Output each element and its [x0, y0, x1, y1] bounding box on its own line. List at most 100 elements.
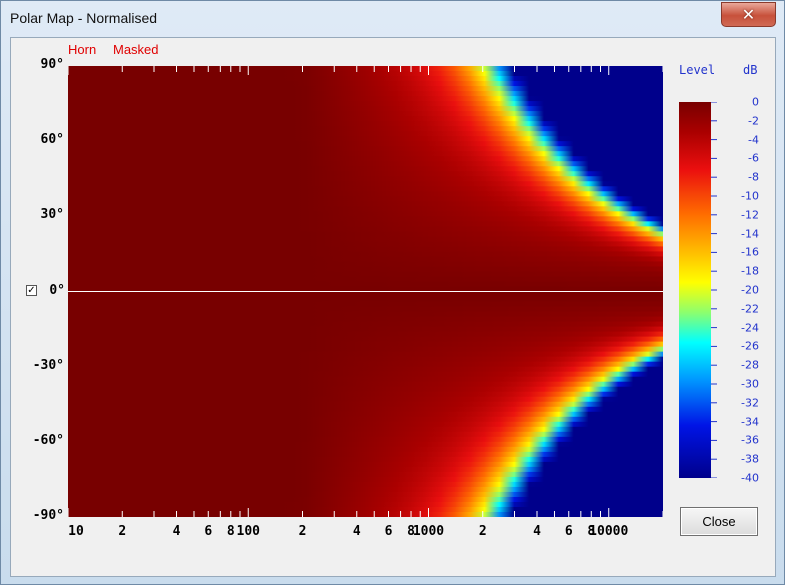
heatmap-row [68, 351, 663, 358]
heatmap-row [68, 501, 663, 508]
heatmap-row [68, 251, 663, 258]
heatmap-row [68, 451, 663, 458]
heatmap-row [68, 486, 663, 493]
heatmap-row [68, 111, 663, 117]
x-tick-label: 4 [352, 524, 361, 539]
heatmap-row [68, 271, 663, 278]
heatmap-row [68, 321, 663, 328]
colorbar-tick-label: -18 [741, 264, 759, 278]
heatmap-row [68, 326, 663, 333]
heatmap-row [68, 146, 663, 152]
heatmap-row [68, 376, 663, 383]
heatmap-row [68, 291, 663, 298]
heatmap-row [68, 126, 663, 132]
heatmap-row [68, 116, 663, 122]
title-bar[interactable]: Polar Map - Normalised ✕ [1, 1, 784, 37]
colorbar-tick-label: -24 [741, 321, 759, 335]
colorbar-tick-label: -28 [741, 358, 759, 372]
x-tick-label: 10000 [589, 524, 629, 539]
heatmap-row [68, 406, 663, 413]
heatmap-row [68, 356, 663, 363]
x-tick-label: 4 [172, 524, 181, 539]
colorbar-title: Level [679, 63, 716, 77]
heatmap-row [68, 366, 663, 373]
heatmap-row [68, 311, 663, 318]
heatmap-row [68, 336, 663, 343]
y-tick-label: -90° [32, 508, 64, 523]
heatmap-row [68, 221, 663, 227]
colorbar-tick-label: -36 [741, 433, 759, 447]
colorbar-tick-label: -8 [748, 170, 759, 184]
heatmap-row [68, 86, 663, 92]
x-tick-label: 2 [298, 524, 307, 539]
legend-masked: Masked [113, 42, 159, 57]
colorbar-tick-label: 0 [752, 95, 759, 109]
y-tick-label: -60° [32, 432, 64, 448]
zero-line-checkbox[interactable]: ✓ [26, 285, 37, 296]
heatmap-row [68, 171, 663, 177]
heatmap-row [68, 81, 663, 87]
colorbar-unit: dB [743, 63, 758, 77]
heatmap-row [68, 431, 663, 438]
heatmap-row [68, 301, 663, 308]
close-icon: ✕ [741, 5, 756, 24]
heatmap-row [68, 411, 663, 418]
colorbar-tick-label: -32 [741, 396, 759, 410]
heatmap-row [68, 296, 663, 303]
heatmap-row [68, 461, 663, 468]
heatmap-row [68, 206, 663, 212]
heatmap-row [68, 441, 663, 448]
heatmap-row [68, 436, 663, 443]
y-tick-label: -30° [32, 357, 64, 373]
heatmap-row [68, 121, 663, 127]
heatmap-row [68, 76, 663, 82]
heatmap-row [68, 491, 663, 498]
heatmap-row [68, 281, 663, 288]
colorbar-tick-label: -40 [741, 471, 759, 485]
close-button[interactable]: Close [680, 507, 758, 536]
heatmap-row [68, 426, 663, 433]
heatmap-row [68, 231, 663, 237]
heatmap-row [68, 506, 663, 513]
heatmap-row [68, 386, 663, 393]
colorbar-tick-label: -4 [748, 133, 759, 147]
heatmap-row [68, 186, 663, 192]
heatmap-row [68, 391, 663, 398]
heatmap-row [68, 236, 663, 242]
x-tick-label: 10 [68, 524, 84, 539]
colorbar-tick-label: -38 [741, 452, 759, 466]
heatmap-row [68, 306, 663, 313]
colorbar [679, 102, 717, 478]
heatmap-row [68, 166, 663, 172]
check-icon: ✓ [27, 285, 36, 296]
colorbar-tick-label: -6 [748, 151, 759, 165]
colorbar-tick-label: -34 [741, 415, 759, 429]
colorbar-tick-label: -30 [741, 377, 759, 391]
heatmap-row [68, 276, 663, 283]
y-tick-label: 30° [40, 207, 64, 223]
colorbar-tick-label: -12 [741, 208, 759, 222]
heatmap-row [68, 106, 663, 112]
window-title: Polar Map - Normalised [10, 10, 158, 26]
x-tick-label: 6 [564, 524, 573, 539]
heatmap-row [68, 181, 663, 187]
colorbar-tick-label: -14 [741, 227, 759, 241]
x-tick-label: 4 [533, 524, 541, 539]
heatmap-row [68, 371, 663, 378]
heatmap-row [68, 471, 663, 478]
x-tick-label: 1000 [412, 524, 445, 539]
heatmap-row [68, 331, 663, 338]
heatmap-row [68, 161, 663, 167]
heatmap-row [68, 476, 663, 483]
heatmap-row [68, 101, 663, 107]
x-tick-label: 2 [118, 524, 127, 539]
window-close-button[interactable]: ✕ [721, 2, 776, 27]
colorbar-tick-label: -26 [741, 339, 759, 353]
x-tick-label: 2 [478, 524, 487, 539]
heatmap-row [68, 176, 663, 182]
heatmap-row [68, 246, 663, 253]
heatmap-row [68, 341, 663, 348]
heatmap-row [68, 191, 663, 197]
heatmap-row [68, 66, 663, 72]
heatmap-row [68, 216, 663, 222]
